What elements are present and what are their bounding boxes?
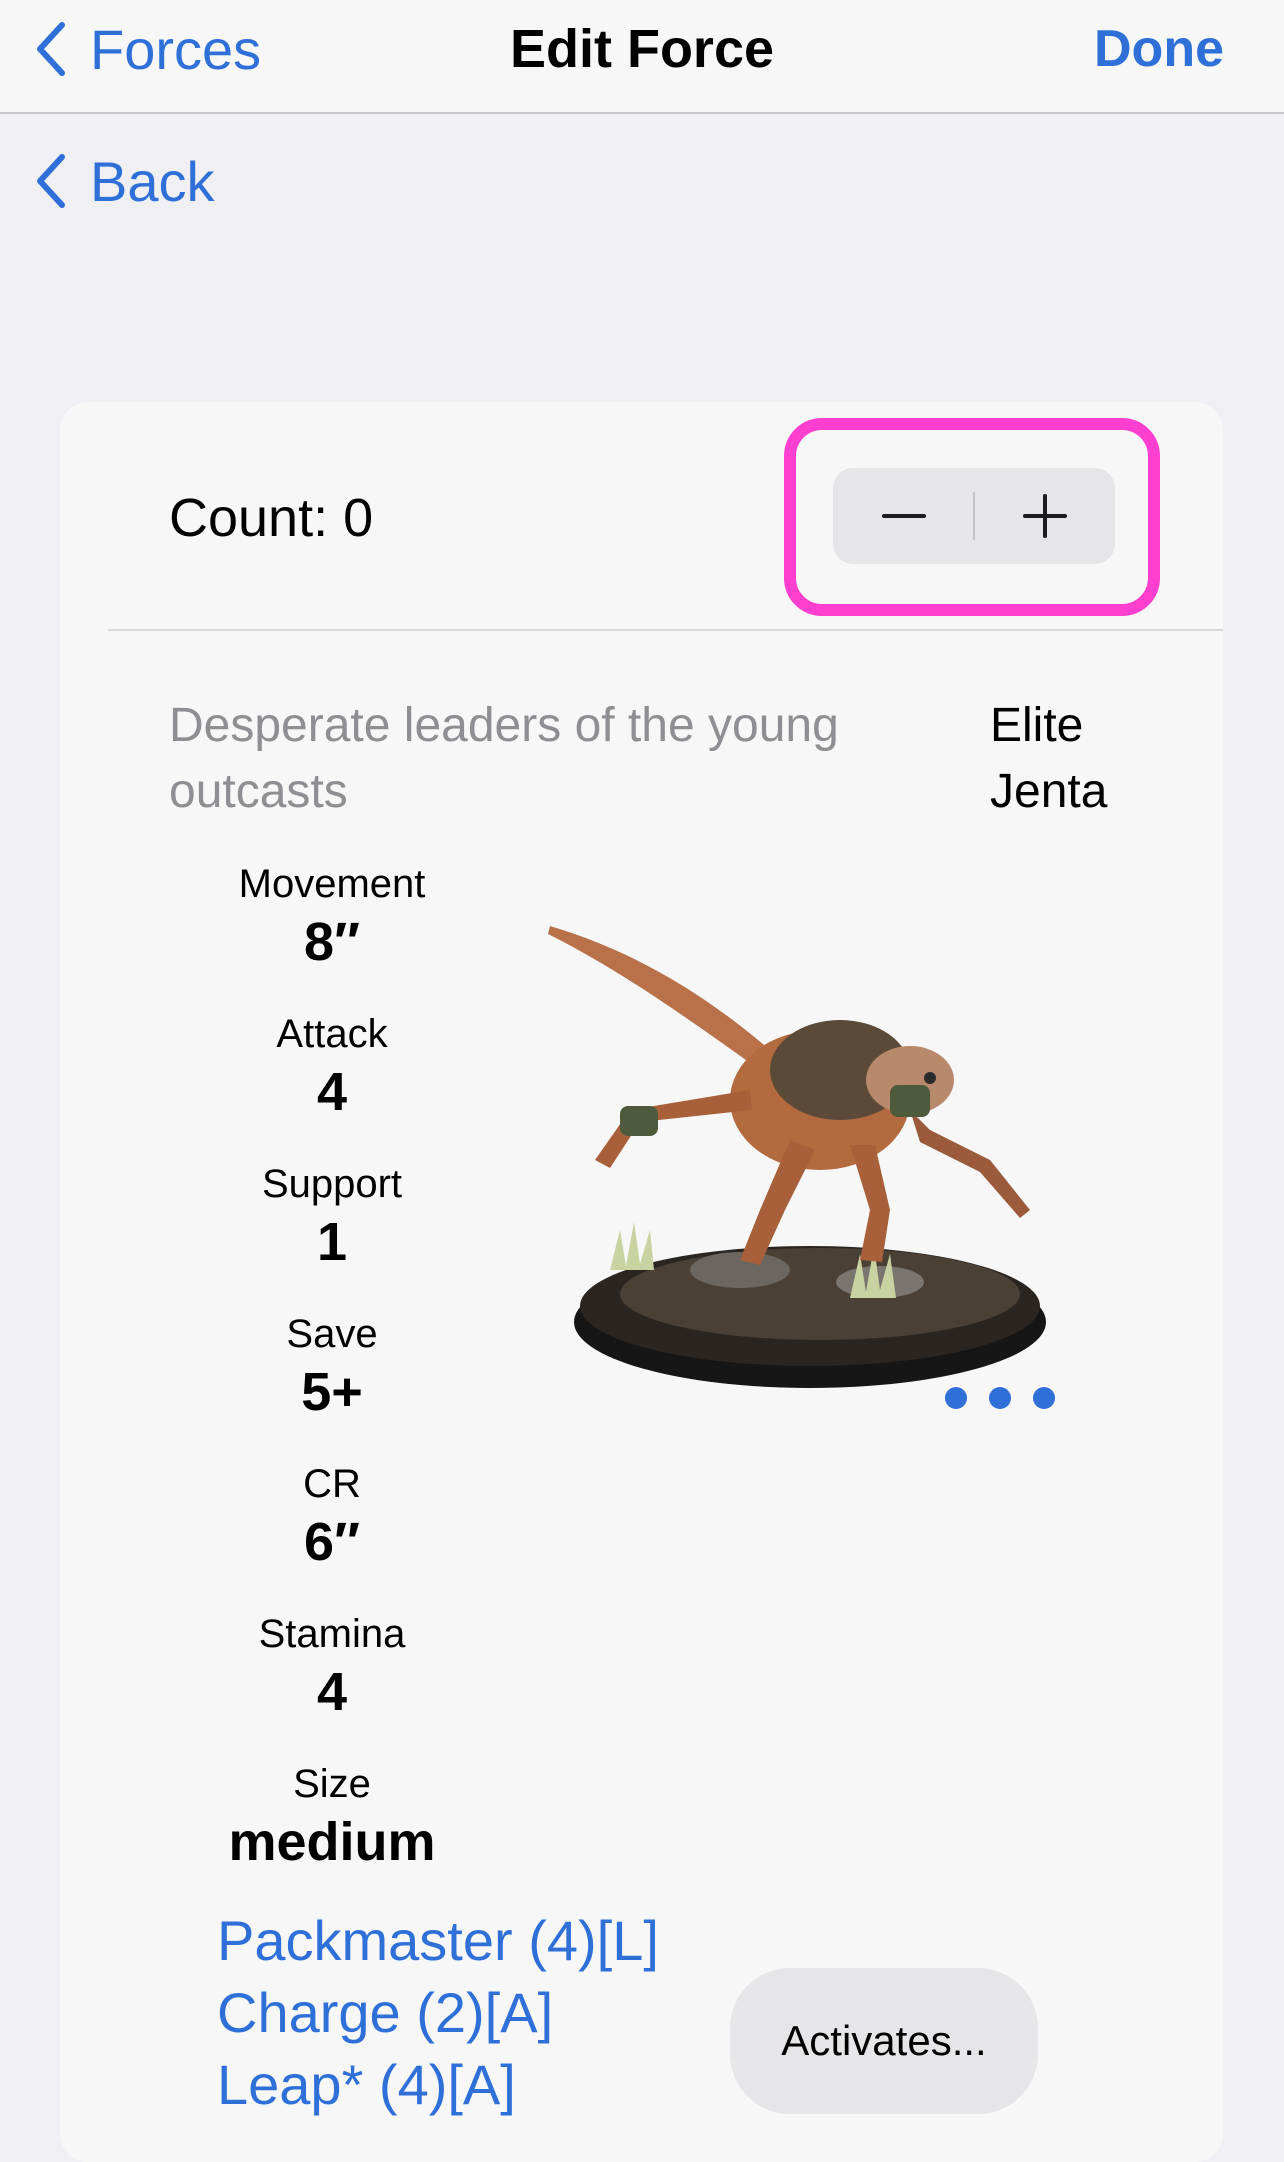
stat-label: Support xyxy=(261,1162,403,1206)
stat-value: 1 xyxy=(316,1212,348,1272)
chevron-left-icon xyxy=(36,153,66,209)
stat-value: 5+ xyxy=(301,1362,363,1422)
forces-back-button[interactable]: Forces xyxy=(36,14,261,84)
stat-value: 4 xyxy=(316,1662,348,1722)
ellipsis-icon xyxy=(945,1387,967,1409)
stat-attack: Attack 4 xyxy=(192,1008,472,1158)
ellipsis-dot xyxy=(1033,1387,1055,1409)
stat-value: 6″ xyxy=(304,1512,360,1572)
activates-button[interactable]: Activates... xyxy=(730,1968,1038,2114)
stat-label: Attack xyxy=(276,1012,388,1056)
done-button[interactable]: Done xyxy=(1094,14,1224,84)
count-label: Count: 0 xyxy=(169,488,374,548)
ability-link-charge[interactable]: Charge (2)[A] xyxy=(217,1977,659,2049)
stat-value: 8″ xyxy=(304,912,360,972)
decrement-button[interactable] xyxy=(833,468,974,564)
plus-icon xyxy=(1022,493,1068,539)
miniature-photo xyxy=(490,910,1090,1410)
stat-value: medium xyxy=(228,1812,436,1872)
stat-value: 4 xyxy=(316,1062,348,1122)
stats-list: Movement 8″ Attack 4 Support 1 Save 5+ C… xyxy=(192,858,472,1908)
navigation-bar: Forces Edit Force Done xyxy=(0,0,1284,114)
abilities-list: Packmaster (4)[L] Charge (2)[A] Leap* (4… xyxy=(217,1905,659,2121)
minus-icon xyxy=(881,493,927,539)
ellipsis-dot xyxy=(989,1387,1011,1409)
unit-name: Elite Jenta xyxy=(990,699,1108,818)
count-stepper[interactable] xyxy=(833,468,1115,564)
more-button[interactable] xyxy=(945,1380,1055,1416)
stat-size: Size medium xyxy=(192,1758,472,1908)
chevron-left-icon xyxy=(36,21,66,77)
stat-label: Save xyxy=(286,1312,378,1356)
stepper-divider xyxy=(973,492,975,540)
stat-label: Stamina xyxy=(258,1612,406,1656)
increment-button[interactable] xyxy=(974,468,1115,564)
stat-movement: Movement 8″ xyxy=(192,858,472,1008)
stat-label: Size xyxy=(293,1762,371,1806)
ability-link-leap[interactable]: Leap* (4)[A] xyxy=(217,2049,659,2121)
ability-link-packmaster[interactable]: Packmaster (4)[L] xyxy=(217,1905,659,1977)
back-button[interactable]: Back xyxy=(36,146,215,216)
forces-back-label: Forces xyxy=(90,17,262,81)
stat-save: Save 5+ xyxy=(192,1308,472,1458)
stat-stamina: Stamina 4 xyxy=(192,1608,472,1758)
stat-support: Support 1 xyxy=(192,1158,472,1308)
stat-cr: CR 6″ xyxy=(192,1458,472,1608)
back-label: Back xyxy=(90,149,215,213)
stat-label: Movement xyxy=(238,862,426,906)
card-divider xyxy=(108,629,1223,631)
unit-description: Desperate leaders of the young outcasts xyxy=(169,699,839,818)
stat-label: CR xyxy=(303,1462,361,1506)
